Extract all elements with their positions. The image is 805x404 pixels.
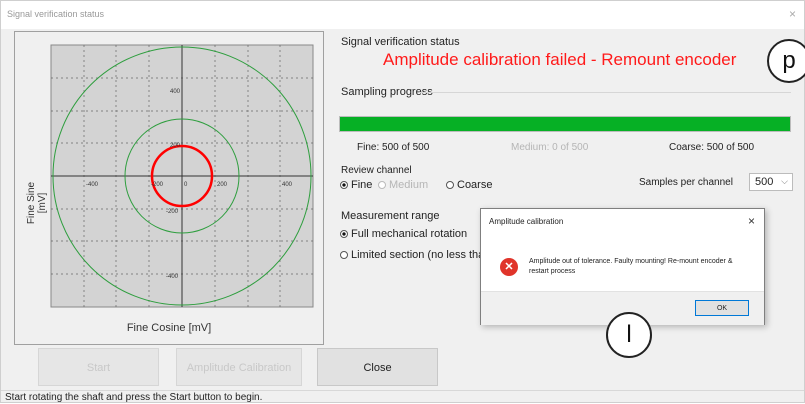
- y-tick-label: -200: [166, 209, 179, 215]
- error-icon: ✕: [500, 258, 518, 276]
- start-button[interactable]: Start: [38, 348, 159, 386]
- status-bar: Start rotating the shaft and press the S…: [1, 390, 804, 404]
- window-title: Signal verification status: [7, 9, 105, 19]
- radio-checked-icon: [340, 181, 348, 189]
- dialog-message: Amplitude out of tolerance. Faulty mount…: [529, 258, 733, 275]
- radio-icon: [340, 251, 348, 259]
- annotation-badge-p: p: [767, 39, 805, 83]
- y-tick-label: -400: [166, 274, 179, 280]
- radio-icon: [446, 181, 454, 189]
- y-tick-label: 400: [170, 89, 181, 95]
- status-section-label: Signal verification status: [341, 36, 460, 48]
- samples-per-channel-select[interactable]: 500 ⌵: [749, 173, 793, 191]
- group-divider: [419, 92, 791, 93]
- ok-button[interactable]: OK: [695, 300, 749, 316]
- medium-count: Medium: 0 of 500: [511, 142, 589, 153]
- lissajous-plot: -400 -200 0 200 400 400 200 -200 -400: [50, 44, 314, 308]
- review-channel-label: Review channel: [341, 165, 412, 176]
- x-tick-label: 200: [217, 182, 228, 188]
- annotation-badge-l: l: [606, 312, 652, 358]
- review-fine-radio[interactable]: Fine: [340, 179, 372, 191]
- progress-fill: [340, 117, 790, 131]
- radio-checked-icon: [340, 230, 348, 238]
- amplitude-calibration-dialog: Amplitude calibration × ✕ Amplitude out …: [480, 208, 765, 325]
- x-tick-label: -400: [86, 182, 99, 188]
- plot-y-axis-label: Fine Sine [mV]: [26, 181, 48, 225]
- window-close-icon[interactable]: ×: [789, 7, 796, 21]
- fine-count: Fine: 500 of 500: [357, 142, 430, 153]
- y-tick-label: 200: [170, 143, 181, 149]
- measurement-range-label: Measurement range: [341, 210, 440, 222]
- x-tick-label: 400: [282, 182, 293, 188]
- review-medium-radio[interactable]: Medium: [378, 179, 428, 191]
- review-coarse-radio[interactable]: Coarse: [446, 179, 492, 191]
- limited-section-radio[interactable]: Limited section (no less tha: [340, 249, 484, 261]
- radio-icon: [378, 181, 386, 189]
- close-button[interactable]: Close: [317, 348, 438, 386]
- dialog-title: Amplitude calibration: [489, 217, 564, 226]
- title-bar: Signal verification status ×: [1, 1, 804, 29]
- amplitude-calibration-button[interactable]: Amplitude Calibration: [176, 348, 302, 386]
- coarse-count: Coarse: 500 of 500: [669, 142, 755, 153]
- x-tick-label: -200: [151, 182, 164, 188]
- samples-per-channel-label: Samples per channel: [639, 177, 733, 188]
- dialog-close-icon[interactable]: ×: [748, 214, 755, 228]
- plot-x-axis-label: Fine Cosine [mV]: [126, 322, 212, 334]
- signal-verification-window: Signal verification status × -400 -200 0…: [0, 0, 805, 403]
- full-rotation-radio[interactable]: Full mechanical rotation: [340, 228, 467, 240]
- status-message: Amplitude calibration failed - Remount e…: [383, 50, 737, 69]
- sampling-progress-bar: [339, 116, 791, 132]
- chevron-down-icon: ⌵: [781, 176, 788, 186]
- lissajous-plot-panel: -400 -200 0 200 400 400 200 -200 -400 Fi…: [14, 31, 324, 345]
